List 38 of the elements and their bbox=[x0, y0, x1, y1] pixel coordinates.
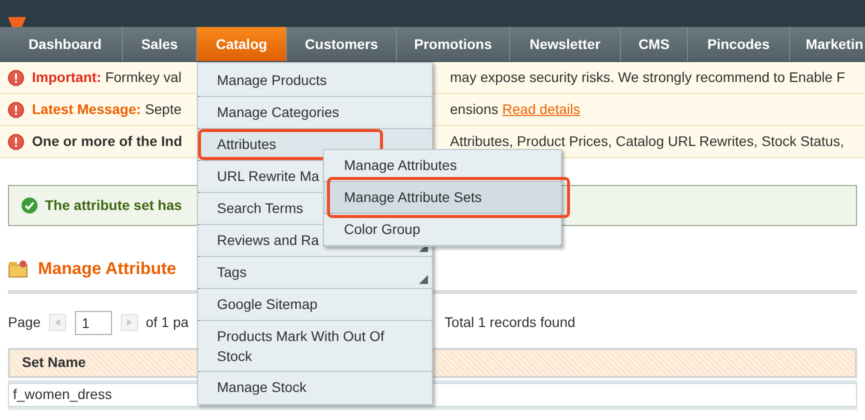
message-text: Septe bbox=[144, 100, 182, 119]
menu-item[interactable]: Tags bbox=[198, 257, 432, 289]
nav-tab[interactable]: Pincodes bbox=[688, 27, 790, 61]
nav-tab[interactable]: Dashboard bbox=[8, 27, 123, 61]
success-text: The attribute set has bbox=[45, 196, 182, 215]
page-label: Page bbox=[8, 313, 41, 332]
menu-item[interactable]: Manage Products bbox=[198, 65, 432, 97]
previous-icon bbox=[54, 319, 60, 326]
message-text: ensions bbox=[450, 100, 498, 119]
menu-item[interactable]: Products Mark With Out Of Stock bbox=[198, 321, 432, 372]
column-header: Set Name bbox=[22, 353, 86, 372]
message-label: One or more of the Ind bbox=[32, 132, 182, 151]
message-text: Formkey val bbox=[105, 68, 182, 87]
message-text: may expose security risks. We strongly recommend to Enable F bbox=[450, 68, 846, 87]
page-input[interactable]: 1 bbox=[74, 310, 112, 334]
nav-tab[interactable]: Marketin bbox=[790, 27, 865, 61]
page-title: Manage Attribute bbox=[38, 258, 176, 280]
nav-tab[interactable]: Promotions bbox=[397, 27, 510, 61]
nav-tab[interactable]: CMS bbox=[621, 27, 688, 61]
page-count-text: of 1 pa bbox=[146, 313, 189, 332]
alert-icon bbox=[8, 102, 24, 118]
previous-page-button[interactable] bbox=[48, 314, 66, 331]
check-icon bbox=[21, 197, 38, 214]
submenu-arrow-icon bbox=[419, 275, 428, 284]
next-page-button[interactable] bbox=[120, 314, 138, 331]
alert-icon bbox=[8, 70, 24, 86]
submenu-item[interactable]: Manage Attribute Sets bbox=[324, 182, 561, 214]
message-label: Important: bbox=[32, 68, 102, 87]
folder-icon bbox=[8, 258, 28, 279]
records-count-text: Total 1 records found bbox=[444, 313, 576, 332]
alert-icon bbox=[8, 134, 24, 150]
nav-tab[interactable]: Customers bbox=[287, 27, 397, 61]
nav-tab[interactable]: Newsletter bbox=[510, 27, 621, 61]
message-label: Latest Message: bbox=[32, 100, 141, 119]
submenu-item[interactable]: Color Group bbox=[324, 214, 561, 246]
next-icon bbox=[126, 319, 132, 326]
menu-item[interactable]: Google Sitemap bbox=[198, 289, 432, 321]
message-text: Attributes, Product Prices, Catalog URL Rewrites, Stock Status, bbox=[450, 132, 844, 151]
